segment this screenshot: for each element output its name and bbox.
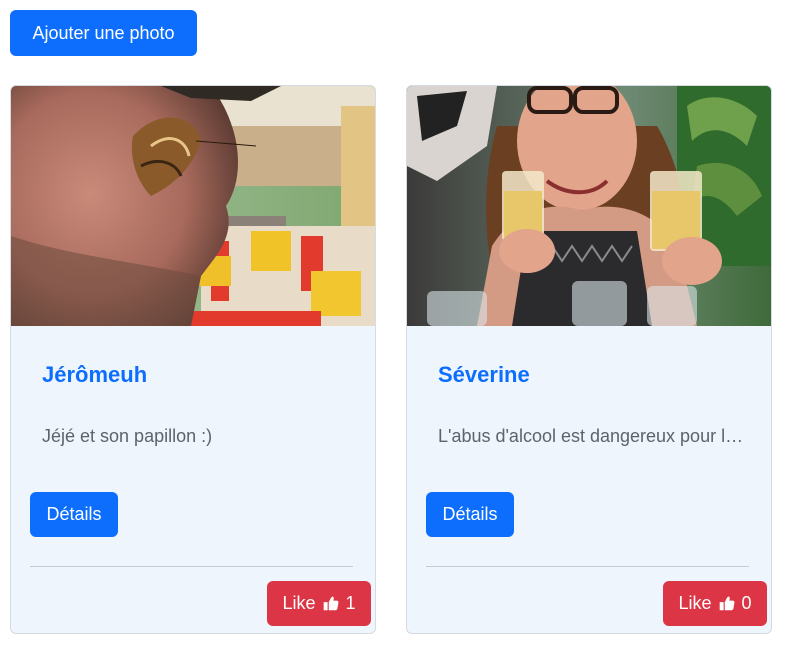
details-button[interactable]: Détails (426, 492, 514, 537)
photo-card: Séverine L'abus d'alcool est dangereux p… (406, 85, 772, 634)
like-label: Like (282, 593, 316, 613)
like-button[interactable]: Like 1 (267, 581, 371, 626)
like-count: 0 (741, 593, 752, 613)
like-label: Like (678, 593, 712, 613)
card-photo[interactable] (11, 86, 375, 326)
card-divider (30, 566, 353, 567)
add-photo-button[interactable]: Ajouter une photo (10, 10, 197, 56)
like-count: 1 (345, 593, 356, 613)
thumbs-up-icon (322, 595, 340, 613)
details-button[interactable]: Détails (30, 492, 118, 537)
woman-with-champagne-photo (407, 86, 771, 326)
card-photo[interactable] (407, 86, 771, 326)
man-with-butterfly-photo (11, 86, 375, 326)
like-button[interactable]: Like 0 (663, 581, 767, 626)
card-description: L'abus d'alcool est dangereux pour la sa… (438, 426, 744, 446)
thumbs-up-icon (718, 595, 736, 613)
card-divider (426, 566, 749, 567)
card-description: Jéjé et son papillon :) (42, 426, 213, 446)
card-title: Jérômeuh (42, 362, 148, 387)
photo-card: Jérômeuh Jéjé et son papillon :) Détails… (10, 85, 376, 634)
card-title: Séverine (438, 362, 530, 387)
